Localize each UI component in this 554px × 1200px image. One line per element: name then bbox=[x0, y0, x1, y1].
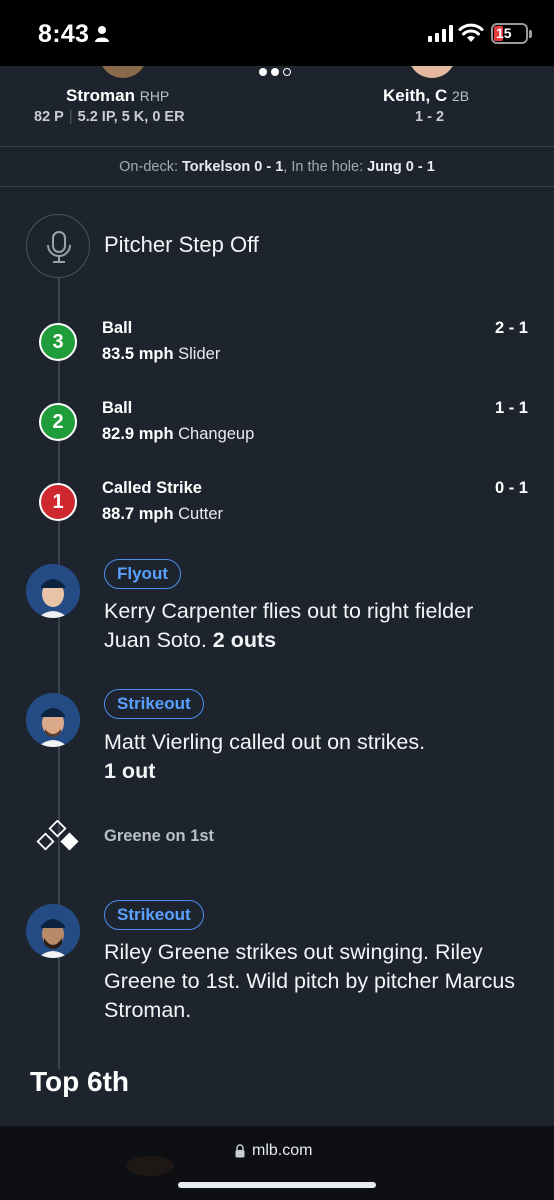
pitch-count: 1 - 1 bbox=[494, 399, 528, 417]
person-icon bbox=[95, 26, 109, 42]
pitch-result: Called Strike bbox=[102, 479, 202, 497]
status-bar: 8:43 15 bbox=[0, 0, 554, 66]
pitch-result: Ball bbox=[102, 319, 133, 337]
play-description: Riley Greene strikes out swinging. Riley… bbox=[104, 940, 516, 1022]
cellular-signal-icon bbox=[428, 24, 453, 42]
pitch-detail: 83.5 mph Slider bbox=[102, 345, 221, 363]
play-description: Matt Vierling called out on strikes. 1 ou… bbox=[104, 730, 426, 783]
base-runner-diamond-icon bbox=[36, 820, 79, 851]
lock-icon bbox=[235, 1144, 245, 1158]
in-the-hole-player: Jung 0 - 1 bbox=[367, 159, 435, 175]
pitch-detail: 88.7 mph Cutter bbox=[102, 505, 224, 523]
battery-level: 15 bbox=[496, 25, 512, 41]
player-photo-icon bbox=[26, 564, 80, 618]
home-indicator[interactable] bbox=[178, 1182, 376, 1188]
pager-dot[interactable] bbox=[283, 68, 291, 76]
player-headshot[interactable] bbox=[26, 693, 80, 747]
battery-icon: 15 bbox=[491, 23, 528, 44]
matchup-header[interactable] bbox=[0, 66, 554, 146]
player-photo-icon bbox=[26, 904, 80, 958]
batter-stats: 1 - 2 bbox=[415, 109, 445, 125]
play-type-badge: Flyout bbox=[104, 559, 181, 589]
outs-count: 2 outs bbox=[212, 628, 277, 652]
batter-position: 2B bbox=[451, 88, 470, 104]
player-headshot[interactable] bbox=[26, 904, 80, 958]
player-photo-icon bbox=[26, 693, 80, 747]
event-title: Pitcher Step Off bbox=[104, 232, 259, 257]
url-text[interactable]: mlb.com bbox=[252, 1142, 312, 1160]
faded-logo bbox=[126, 1156, 174, 1176]
batter-name: Keith, C 2B bbox=[383, 86, 470, 105]
browser-address-bar[interactable]: mlb.com bbox=[0, 1126, 554, 1200]
on-deck-player: Torkelson 0 - 1 bbox=[182, 159, 284, 175]
play-description: Kerry Carpenter flies out to right field… bbox=[104, 599, 474, 652]
outs-count: 1 out bbox=[104, 759, 156, 783]
pitch-result: Ball bbox=[102, 399, 133, 417]
pitch-detail: 82.9 mph Changeup bbox=[102, 425, 255, 443]
pitch-number-badge: 3 bbox=[39, 323, 77, 361]
clock: 8:43 bbox=[38, 20, 90, 48]
pager-dots[interactable] bbox=[259, 68, 291, 76]
pitcher-stats: 82 P | 5.2 IP, 5 K, 0 ER bbox=[34, 109, 185, 125]
pitch-count: 2 - 1 bbox=[494, 319, 528, 337]
runner-status: Greene on 1st bbox=[104, 827, 215, 845]
microphone-icon bbox=[47, 231, 71, 263]
inning-header: Top 6th bbox=[30, 1066, 130, 1097]
pitcher-position: RHP bbox=[139, 88, 170, 104]
pitch-number-badge: 1 bbox=[39, 483, 77, 521]
player-headshot[interactable] bbox=[26, 564, 80, 618]
pitcher-avatar bbox=[99, 66, 147, 78]
pager-dot[interactable] bbox=[271, 68, 279, 76]
pager-dot[interactable] bbox=[259, 68, 267, 76]
play-type-badge: Strikeout bbox=[104, 900, 204, 930]
pitch-number-badge: 2 bbox=[39, 403, 77, 441]
batter-avatar bbox=[408, 66, 456, 78]
pitch-count: 0 - 1 bbox=[494, 479, 528, 497]
on-deck-bar: On-deck: Torkelson 0 - 1, In the hole: J… bbox=[0, 146, 554, 187]
event-icon-circle bbox=[26, 214, 90, 278]
play-type-badge: Strikeout bbox=[104, 689, 204, 719]
pitcher-name: Stroman RHP bbox=[66, 86, 170, 105]
wifi-icon bbox=[458, 23, 484, 42]
